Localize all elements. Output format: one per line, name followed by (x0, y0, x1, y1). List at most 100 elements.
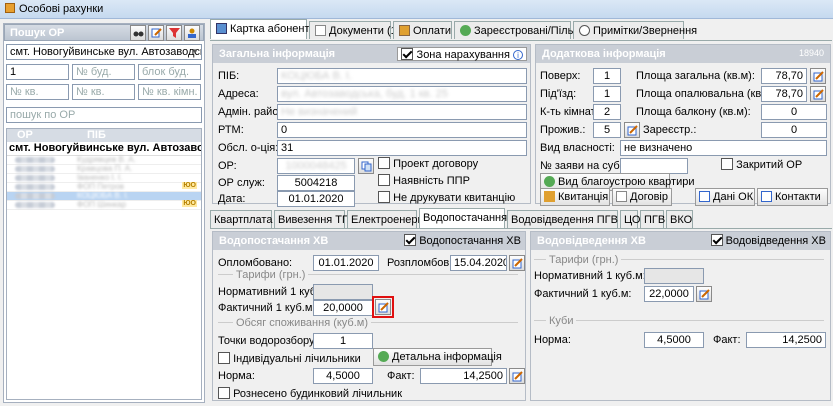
ppr-checkbox-box[interactable] (378, 174, 390, 186)
tab-payments[interactable]: Оплати (393, 21, 452, 39)
subtab-rent[interactable]: Квартплата (210, 210, 272, 228)
subtab-electricity[interactable]: Електроенергія (347, 210, 430, 228)
residents-edit-icon[interactable] (624, 122, 640, 138)
floor-field[interactable]: 1 (593, 68, 621, 84)
house-input[interactable]: 1 (6, 64, 69, 80)
person-search-icon[interactable] (184, 25, 200, 41)
subtab-waste[interactable]: Вивезення ТПВ (274, 210, 357, 228)
binoculars-icon[interactable] (130, 25, 146, 41)
obsl-field[interactable]: 31 (277, 140, 527, 156)
drain-fact-field[interactable]: 14,2500 (746, 332, 826, 348)
closed-op-checkbox-box[interactable] (721, 158, 733, 170)
tab-documents[interactable]: Документи (1) (309, 21, 400, 39)
contract-button[interactable]: Договір (612, 188, 672, 206)
drainage-title: Водовідведення ХВ (537, 235, 646, 247)
building-input[interactable]: № буд. (72, 64, 135, 80)
drain-norm-value: 4,5000 (657, 334, 691, 346)
col-name-header[interactable]: ПІБ (67, 129, 106, 142)
individual-meters-checkbox[interactable]: Індивідуальні лічильники (218, 352, 361, 365)
op-search-input[interactable]: пошук по ОР (6, 107, 202, 123)
street-select[interactable]: смт. Новогуйвинське вул. Автозаводська ▼ (6, 44, 202, 60)
water-tariff-edit-icon[interactable] (372, 296, 394, 318)
sealed-date-field[interactable]: 01.01.2020 (313, 255, 379, 271)
group-row[interactable]: смт. Новогуйвинське вул. Автозаводська (7, 142, 201, 156)
op-field[interactable]: 1000048425 (277, 158, 355, 174)
water-fact-edit-icon[interactable] (509, 368, 525, 384)
total-area-label: Площа загальна (кв.м): (636, 70, 755, 82)
balcony-field[interactable]: 0 (761, 104, 827, 120)
room-input[interactable]: № кв. кімн. (138, 84, 201, 100)
heat-area-edit-icon[interactable] (810, 86, 826, 102)
apartment-input[interactable]: № кв. (6, 84, 69, 100)
drainage-checkbox-box[interactable] (710, 234, 723, 246)
address-label: Адреса: (218, 88, 259, 100)
date-field[interactable]: 01.01.2020 (277, 191, 355, 207)
water-fact-field[interactable]: 14,2500 (420, 368, 507, 384)
unsealed-edit-icon[interactable] (509, 255, 525, 271)
heat-area-field[interactable]: 78,70 (761, 86, 807, 102)
subtab-cold-water[interactable]: Водопостачання ХВ (419, 208, 525, 228)
tab-notes[interactable]: Примітки/Звернення (573, 21, 697, 39)
receipt-button[interactable]: Квитанція (540, 188, 610, 206)
drain-norm-field[interactable]: 4,5000 (644, 332, 704, 348)
tab-registered[interactable]: Зареєстровані/Пільги (454, 21, 583, 39)
individual-meters-checkbox-box[interactable] (218, 352, 230, 364)
district-field[interactable]: Не визначений (277, 104, 527, 120)
registered-field[interactable]: 0 (761, 122, 827, 138)
subtab-drainage[interactable]: Водовідведення ПГВ (507, 210, 618, 228)
data-ok-button[interactable]: Дані ОК (695, 188, 755, 206)
entrance-field[interactable]: 1 (593, 86, 621, 102)
project-checkbox[interactable]: Проект договору (378, 157, 478, 170)
tab-subscriber-card[interactable]: Картка абонента (210, 19, 316, 39)
apartment2-input[interactable]: № кв. (72, 84, 135, 100)
edit-icon[interactable] (148, 25, 164, 41)
op-serv-field[interactable]: 5004218 (277, 175, 355, 191)
total-area-field[interactable]: 78,70 (761, 68, 807, 84)
rooms-field[interactable]: 2 (593, 104, 621, 120)
zone-checkbox[interactable]: Зона нарахування i (397, 47, 527, 61)
noprint-checkbox[interactable]: Не друкувати квитанцію (378, 191, 515, 204)
pib-field[interactable]: КОЦЮБА В. І. (277, 68, 527, 84)
water-norm-tariff-field[interactable] (313, 284, 373, 300)
drain-tariff-edit-icon[interactable] (696, 286, 712, 302)
col-op-header[interactable]: ОР (7, 129, 67, 142)
unsealed-date-field[interactable]: 15.04.2020 (450, 255, 507, 271)
water-supply-checkbox-box[interactable] (404, 234, 417, 246)
heat-area-label: Площа опалювальна (кв.м): (636, 88, 779, 100)
residents-field[interactable]: 5 (593, 122, 621, 138)
closed-op-checkbox[interactable]: Закритий ОР (721, 158, 802, 171)
house-meter-checkbox[interactable]: Рознесено будинковий лічильник (218, 387, 402, 400)
data-ok-button-label: Дані ОК (713, 191, 754, 203)
water-fact-tariff-field[interactable]: 20,0000 (313, 300, 373, 316)
subs-field[interactable] (620, 158, 688, 174)
balcony-value: 0 (790, 106, 798, 118)
detail-info-button[interactable]: Детальна інформація (373, 348, 502, 366)
entrance-value: 1 (603, 88, 611, 100)
water-fact-label: Факт: (387, 370, 415, 382)
water-norm-field[interactable]: 4,5000 (313, 368, 373, 384)
filter-icon[interactable] (166, 25, 182, 41)
list-item[interactable]: ФОП Шинкар ЮО (7, 200, 201, 210)
drainage-checkbox[interactable]: Водовідведення ХВ (710, 234, 826, 247)
zone-checkbox-box[interactable] (401, 48, 414, 60)
points-field[interactable]: 1 (313, 333, 373, 349)
info-icon[interactable]: i (513, 50, 523, 60)
address-field[interactable]: вул. Автозаводська, буд. 1 кв. 25 (277, 86, 527, 102)
drain-norm-tariff-field[interactable] (644, 268, 704, 284)
copy-icon[interactable] (358, 158, 374, 174)
ownership-field[interactable]: не визначено (620, 140, 827, 156)
subtab-hot-water[interactable]: ПГВ (640, 210, 665, 228)
contacts-button[interactable]: Контакти (757, 188, 828, 206)
rtm-field[interactable]: 0 (277, 122, 527, 138)
block-input[interactable]: блок буд. (138, 64, 201, 80)
subtab-vko[interactable]: ВКО (666, 210, 693, 228)
project-checkbox-box[interactable] (378, 157, 390, 169)
subtab-heating[interactable]: ЦО (620, 210, 640, 228)
water-supply-checkbox[interactable]: Водопостачання ХВ (404, 234, 521, 247)
ppr-checkbox[interactable]: Наявність ППР (378, 174, 470, 187)
drain-fact-tariff-field[interactable]: 22,0000 (644, 286, 694, 302)
noprint-checkbox-box[interactable] (378, 191, 390, 203)
total-area-edit-icon[interactable] (810, 68, 826, 84)
house-meter-checkbox-box[interactable] (218, 387, 230, 399)
date-value: 01.01.2020 (288, 193, 344, 205)
